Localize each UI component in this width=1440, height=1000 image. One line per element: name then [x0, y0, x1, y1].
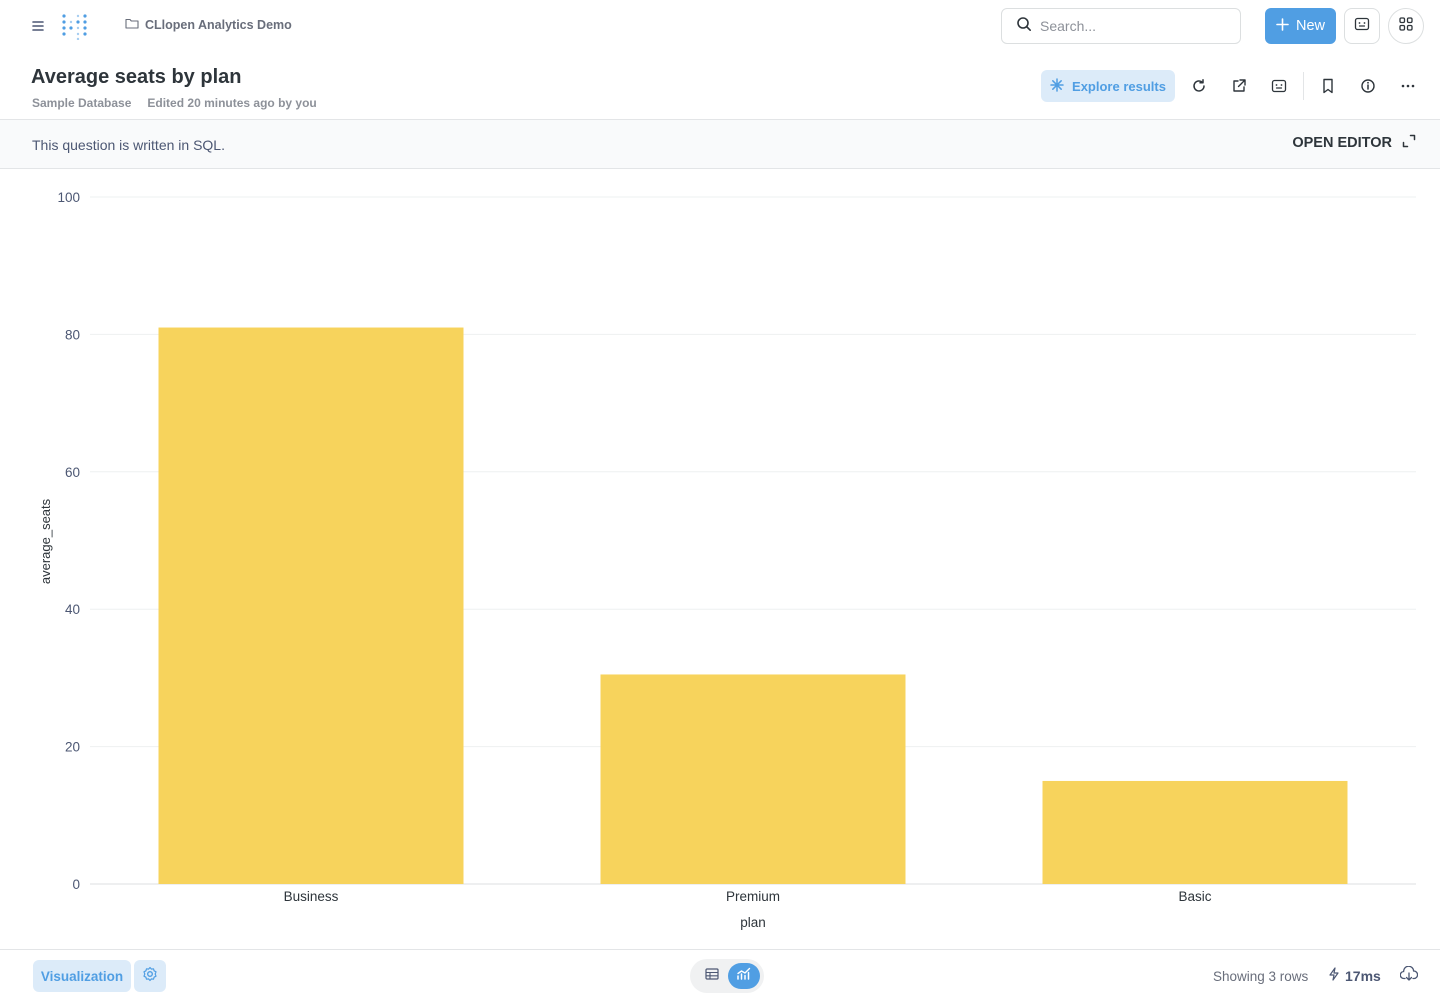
- y-tick-label: 80: [65, 327, 80, 342]
- top-nav: CLlopen Analytics Demo New: [0, 0, 1440, 52]
- collection-name: CLlopen Analytics Demo: [145, 17, 292, 32]
- database-name[interactable]: Sample Database: [32, 96, 131, 110]
- y-tick-label: 0: [72, 877, 80, 892]
- new-button[interactable]: New: [1265, 8, 1336, 44]
- x-tick-label: Business: [284, 889, 339, 904]
- open-editor-button[interactable]: OPEN EDITOR: [1292, 134, 1416, 152]
- table-view-button[interactable]: [698, 963, 726, 989]
- y-tick-label: 100: [57, 190, 80, 205]
- refresh-icon[interactable]: [1189, 76, 1209, 96]
- y-tick-label: 60: [65, 465, 80, 480]
- y-tick-label: 40: [65, 602, 80, 617]
- bolt-icon: [1328, 967, 1340, 984]
- view-toggle: [690, 959, 764, 993]
- search-input[interactable]: [1040, 18, 1220, 34]
- sql-notice-bar: This question is written in SQL. OPEN ED…: [0, 119, 1440, 169]
- expand-icon: [1402, 134, 1416, 152]
- x-axis-title: plan: [740, 915, 766, 930]
- bar-premium[interactable]: [600, 674, 906, 884]
- footer-bar: Visualization Showing 3 rows 17ms: [0, 949, 1440, 1000]
- sidebar-toggle-icon[interactable]: [28, 16, 48, 36]
- open-editor-label: OPEN EDITOR: [1292, 135, 1392, 151]
- x-tick-label: Premium: [726, 889, 780, 904]
- share-icon[interactable]: [1229, 76, 1249, 96]
- explore-results-label: Explore results: [1072, 78, 1166, 94]
- timing-value: 17ms: [1345, 967, 1381, 984]
- plus-icon: [1276, 17, 1289, 35]
- bar-business[interactable]: [158, 327, 464, 884]
- visualization-settings-button[interactable]: [134, 960, 166, 992]
- folder-icon: [125, 17, 139, 32]
- visualization-button[interactable]: Visualization: [33, 960, 131, 992]
- explore-results-button[interactable]: Explore results: [1041, 70, 1175, 102]
- metabot-icon: [1354, 17, 1370, 36]
- chart-view-button[interactable]: [728, 963, 760, 989]
- table-icon: [705, 967, 719, 985]
- y-axis-title: average_seats: [38, 498, 53, 584]
- page-title[interactable]: Average seats by plan: [31, 66, 241, 89]
- search-box[interactable]: [1001, 8, 1241, 44]
- query-timing: 17ms: [1328, 967, 1381, 984]
- edited-info[interactable]: Edited 20 minutes ago by you: [147, 96, 316, 110]
- bar-chart: 0 20 40 60 80 100 Business Premium Basic plan aver…: [0, 170, 1440, 948]
- logo[interactable]: [60, 12, 90, 41]
- y-tick-label: 20: [65, 740, 80, 755]
- grid-icon: [1399, 16, 1413, 36]
- x-tick-label: Basic: [1178, 889, 1211, 904]
- download-icon[interactable]: [1399, 965, 1420, 986]
- metabot-icon[interactable]: [1269, 76, 1289, 96]
- metabot-button[interactable]: [1344, 8, 1380, 44]
- search-icon: [1016, 16, 1032, 37]
- apps-button[interactable]: [1388, 8, 1424, 44]
- line-chart-icon: [736, 967, 752, 986]
- more-icon[interactable]: [1398, 76, 1418, 96]
- question-meta: Sample Database Edited 20 minutes ago by…: [32, 96, 317, 110]
- new-button-label: New: [1295, 18, 1325, 34]
- info-icon[interactable]: [1358, 76, 1378, 96]
- row-count: Showing 3 rows: [1213, 969, 1309, 984]
- sparkle-icon: [1050, 77, 1064, 95]
- bar-basic[interactable]: [1042, 780, 1348, 884]
- sql-notice-text: This question is written in SQL.: [32, 137, 225, 153]
- bookmark-icon[interactable]: [1318, 76, 1338, 96]
- chart-svg: 0 20 40 60 80 100 Business Premium Basic plan aver…: [38, 190, 1416, 930]
- gear-icon: [142, 966, 158, 987]
- collection-breadcrumb[interactable]: CLlopen Analytics Demo: [125, 17, 292, 32]
- header-divider: [1303, 72, 1304, 100]
